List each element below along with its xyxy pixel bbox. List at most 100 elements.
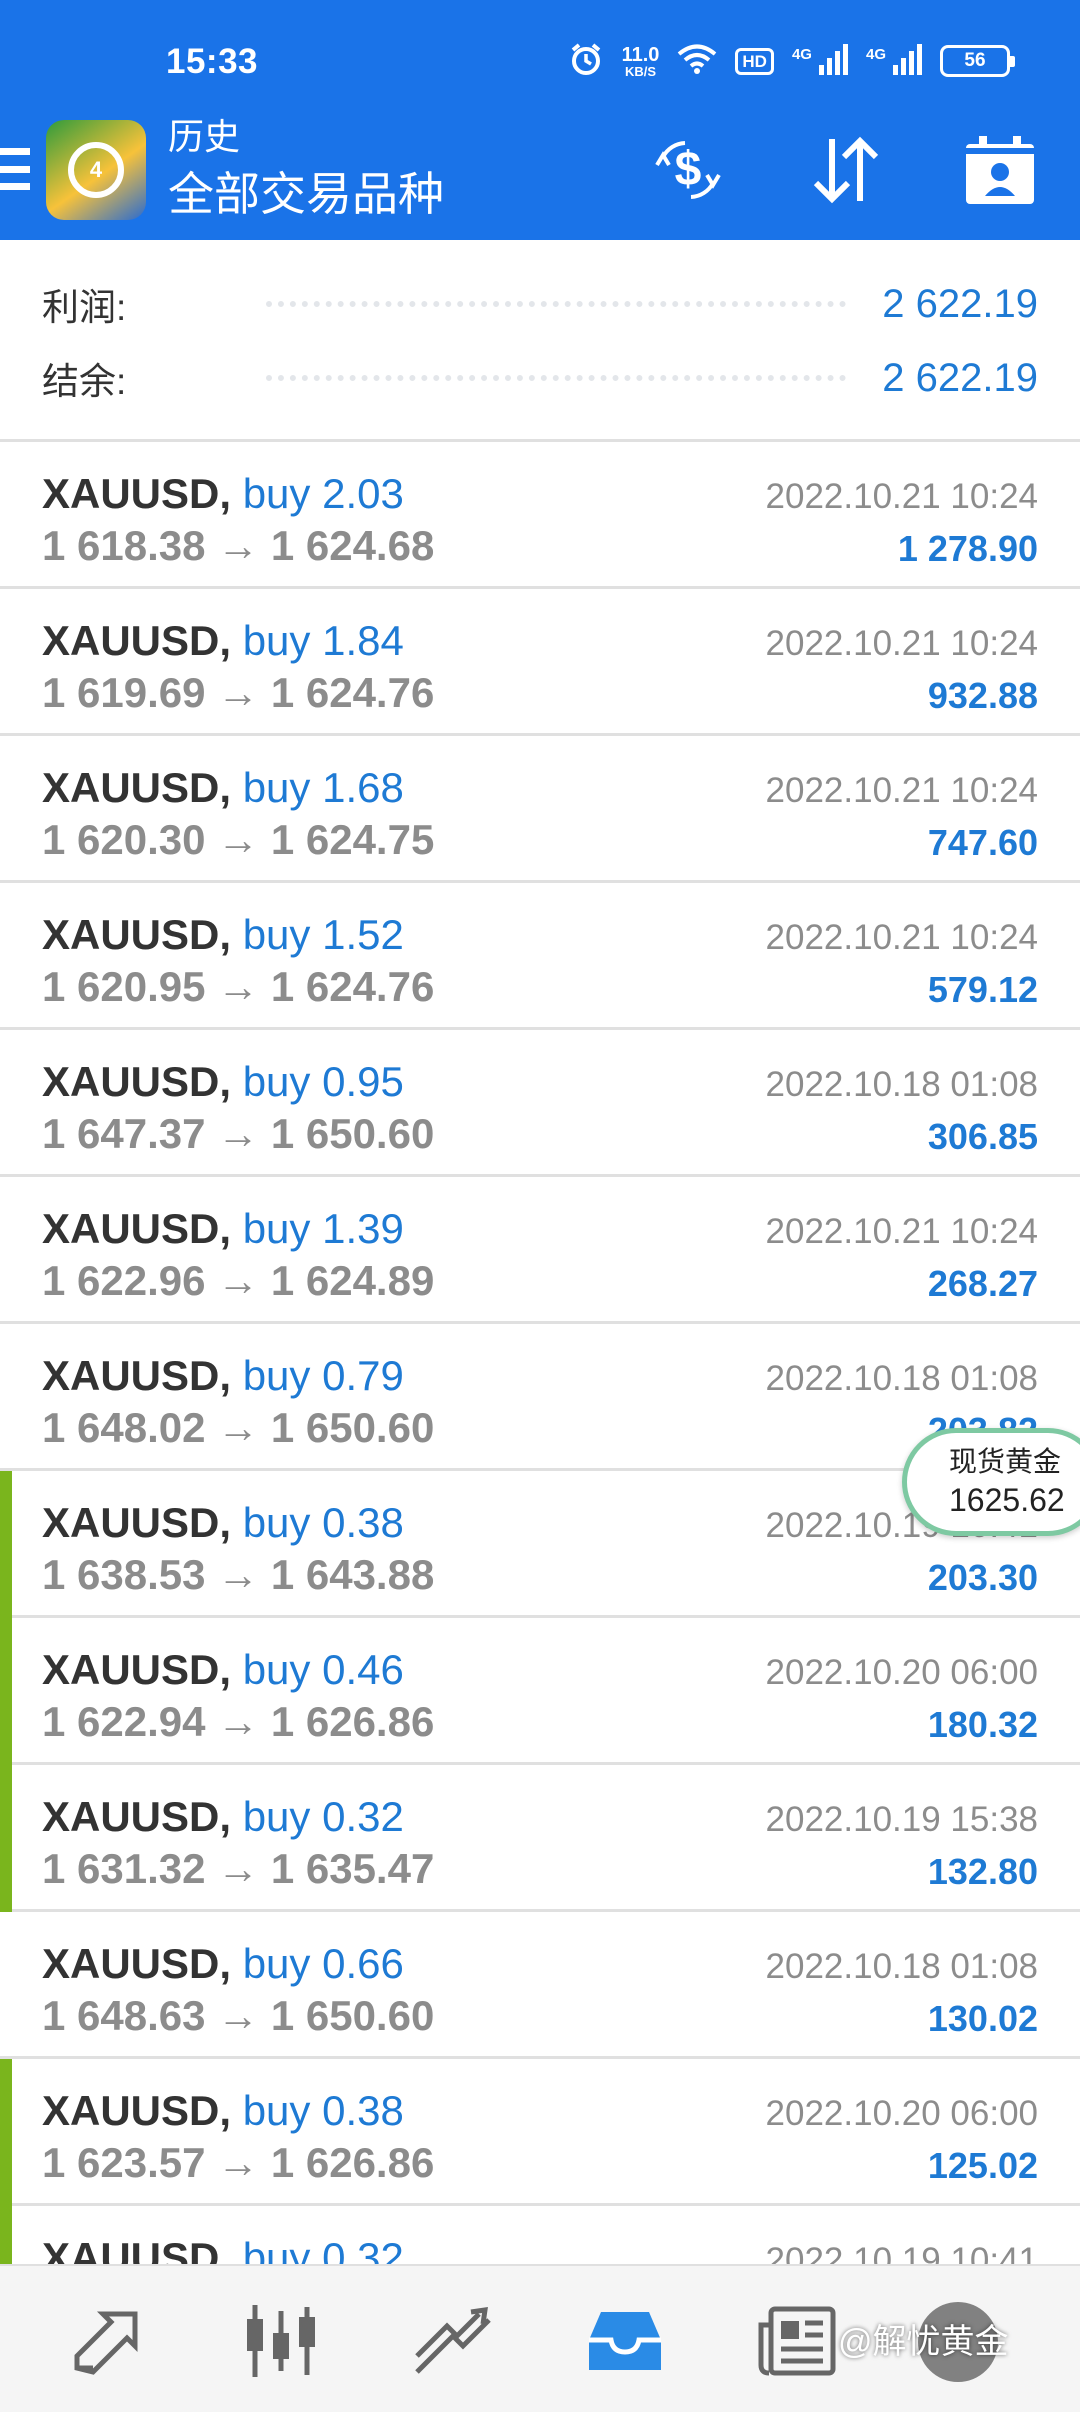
bottom-nav: @解忧黄金 [0, 2264, 1080, 2412]
deal-row[interactable]: XAUUSD, buy 1.39 1 622.96 → 1 624.89 2022.… [0, 1177, 1080, 1324]
deal-side-volume: buy 2.03 [242, 470, 404, 517]
gold-price-widget[interactable]: 现货黄金 1625.62 [902, 1428, 1080, 1536]
deal-profit: 579.12 [927, 969, 1038, 1010]
deal-symbol: XAUUSD, [42, 2234, 232, 2264]
deal-prices: 1 647.37 → 1 650.60 [42, 1110, 435, 1157]
deal-profit: 180.32 [927, 1704, 1038, 1745]
app-logo: 4 [46, 120, 146, 220]
balance-value: 2 622.19 [882, 355, 1038, 400]
network-speed: 11.0 KB/S [622, 45, 660, 78]
deal-side-volume: buy 1.52 [242, 911, 404, 958]
sort-icon[interactable] [804, 128, 888, 212]
deal-prices: 1 620.30 → 1 624.75 [42, 816, 435, 863]
status-marker [0, 1471, 12, 1618]
deal-row[interactable]: XAUUSD, buy 2.03 1 618.38 → 1 624.68 2022.… [0, 442, 1080, 589]
deal-profit: 268.27 [927, 1263, 1038, 1304]
hd-badge: HD [735, 47, 774, 75]
speed-unit: KB/S [624, 63, 657, 79]
symbol-filter[interactable]: 全部交易品种 [168, 162, 444, 226]
deal-profit: 130.02 [927, 1998, 1038, 2039]
status-marker [0, 1618, 12, 1765]
status-icons: 11.0 KB/S HD 4G 4G 56 [568, 38, 1015, 84]
dotted-leader [266, 301, 847, 307]
deal-time: 2022.10.20 06:00 [765, 2094, 1038, 2133]
deal-symbol: XAUUSD, [42, 911, 232, 958]
deal-time: 2022.10.21 10:24 [765, 918, 1038, 957]
quotes-icon[interactable] [64, 2296, 154, 2386]
deal-symbol: XAUUSD, [42, 1352, 232, 1399]
deal-title: XAUUSD, buy 0.32 [42, 1791, 404, 1843]
deal-side-volume: buy 0.38 [242, 2087, 404, 2134]
title-block[interactable]: 历史 全部交易品种 [168, 112, 444, 226]
widget-label: 现货黄金 [949, 1446, 1062, 1477]
signal-icon [892, 43, 922, 80]
deal-time: 2022.10.21 10:24 [765, 477, 1038, 516]
deposit-withdraw-icon[interactable]: $ [646, 128, 730, 212]
trade-icon[interactable] [408, 2296, 498, 2386]
app-bar: 4 历史 全部交易品种 $ [0, 100, 1080, 240]
svg-text:$: $ [675, 143, 702, 196]
deal-prices: 1 648.02 → 1 650.60 [42, 1404, 435, 1451]
deal-time: 2022.10.18 01:08 [765, 1065, 1038, 1104]
chart-icon[interactable] [236, 2296, 326, 2386]
deal-time: 2022.10.20 06:00 [765, 1653, 1038, 1692]
network-type-1: 4G [791, 45, 812, 63]
deal-title: XAUUSD, buy 1.68 [42, 762, 404, 814]
balance-label: 结余: [42, 361, 127, 402]
deal-time: 2022.10.21 10:24 [765, 624, 1038, 663]
deal-side-volume: buy 1.68 [242, 764, 404, 811]
deal-profit: 132.80 [927, 1851, 1038, 1892]
profit-value: 2 622.19 [882, 281, 1038, 326]
deal-row[interactable]: XAUUSD, buy 1.52 1 620.95 → 1 624.76 2022.… [0, 883, 1080, 1030]
deal-row[interactable]: XAUUSD, buy 0.66 1 648.63 → 1 650.60 2022.… [0, 1912, 1080, 2059]
deal-prices: 1 619.69 → 1 624.76 [42, 669, 435, 716]
watermark: @解忧黄金 [838, 2323, 1009, 2361]
deal-prices: 1 620.95 → 1 624.76 [42, 963, 435, 1010]
dotted-leader [266, 375, 847, 381]
deal-time: 2022.10.19 10:41 [765, 2241, 1038, 2264]
network-type-2: 4G [865, 45, 886, 63]
deal-prices: 1 622.96 → 1 624.89 [42, 1257, 435, 1304]
deal-symbol: XAUUSD, [42, 1205, 232, 1252]
deal-row[interactable]: XAUUSD, buy 0.38 1 623.57 → 1 626.86 2022.… [0, 2059, 1080, 2206]
deal-title: XAUUSD, buy 0.38 [42, 1497, 404, 1549]
signal-icon [818, 43, 848, 80]
deal-list[interactable]: XAUUSD, buy 2.03 1 618.38 → 1 624.68 2022.… [0, 442, 1080, 2264]
deal-title: XAUUSD, buy 1.39 [42, 1203, 404, 1255]
deal-row[interactable]: XAUUSD, buy 1.68 1 620.30 → 1 624.75 2022.… [0, 736, 1080, 883]
deal-side-volume: buy 0.32 [242, 2234, 404, 2264]
deal-title: XAUUSD, buy 0.38 [42, 2085, 404, 2137]
deal-title: XAUUSD, buy 0.46 [42, 1644, 404, 1696]
deal-row[interactable]: XAUUSD, buy 0.32 2022.10.19 10:41 [0, 2206, 1080, 2264]
profit-label: 利润: [42, 287, 127, 328]
deal-profit: 747.60 [927, 822, 1038, 863]
deal-profit: 1 278.90 [897, 528, 1038, 569]
deal-prices: 1 631.32 → 1 635.47 [42, 1845, 435, 1892]
deal-symbol: XAUUSD, [42, 2087, 232, 2134]
menu-icon[interactable] [0, 148, 30, 190]
deal-row[interactable]: XAUUSD, buy 1.84 1 619.69 → 1 624.76 2022.… [0, 589, 1080, 736]
deal-row[interactable]: XAUUSD, buy 0.32 1 631.32 → 1 635.47 2022.… [0, 1765, 1080, 1912]
deal-symbol: XAUUSD, [42, 470, 232, 517]
deal-prices: 1 638.53 → 1 643.88 [42, 1551, 435, 1598]
status-marker [0, 2206, 12, 2264]
status-bar: 15:33 11.0 KB/S HD 4G 4G 56 [0, 0, 1080, 100]
deal-title: XAUUSD, buy 0.95 [42, 1056, 404, 1108]
calendar-icon[interactable] [958, 128, 1042, 212]
alarm-icon [568, 41, 604, 82]
profit-row: 利润: 2 622.19 [42, 274, 1038, 334]
deal-side-volume: buy 0.95 [242, 1058, 404, 1105]
news-icon[interactable] [752, 2296, 842, 2386]
speed-value: 11.0 [621, 43, 660, 66]
deal-symbol: XAUUSD, [42, 764, 232, 811]
deal-row[interactable]: XAUUSD, buy 0.46 1 622.94 → 1 626.86 2022.… [0, 1618, 1080, 1765]
deal-row[interactable]: XAUUSD, buy 0.95 1 647.37 → 1 650.60 2022.… [0, 1030, 1080, 1177]
deal-prices: 1 622.94 → 1 626.86 [42, 1698, 435, 1745]
history-icon[interactable] [580, 2296, 670, 2386]
deal-time: 2022.10.18 01:08 [765, 1359, 1038, 1398]
status-time: 15:33 [166, 42, 259, 81]
deal-time: 2022.10.21 10:24 [765, 771, 1038, 810]
deal-side-volume: buy 0.38 [242, 1499, 404, 1546]
deal-side-volume: buy 0.46 [242, 1646, 404, 1693]
deal-profit: 306.85 [927, 1116, 1038, 1157]
